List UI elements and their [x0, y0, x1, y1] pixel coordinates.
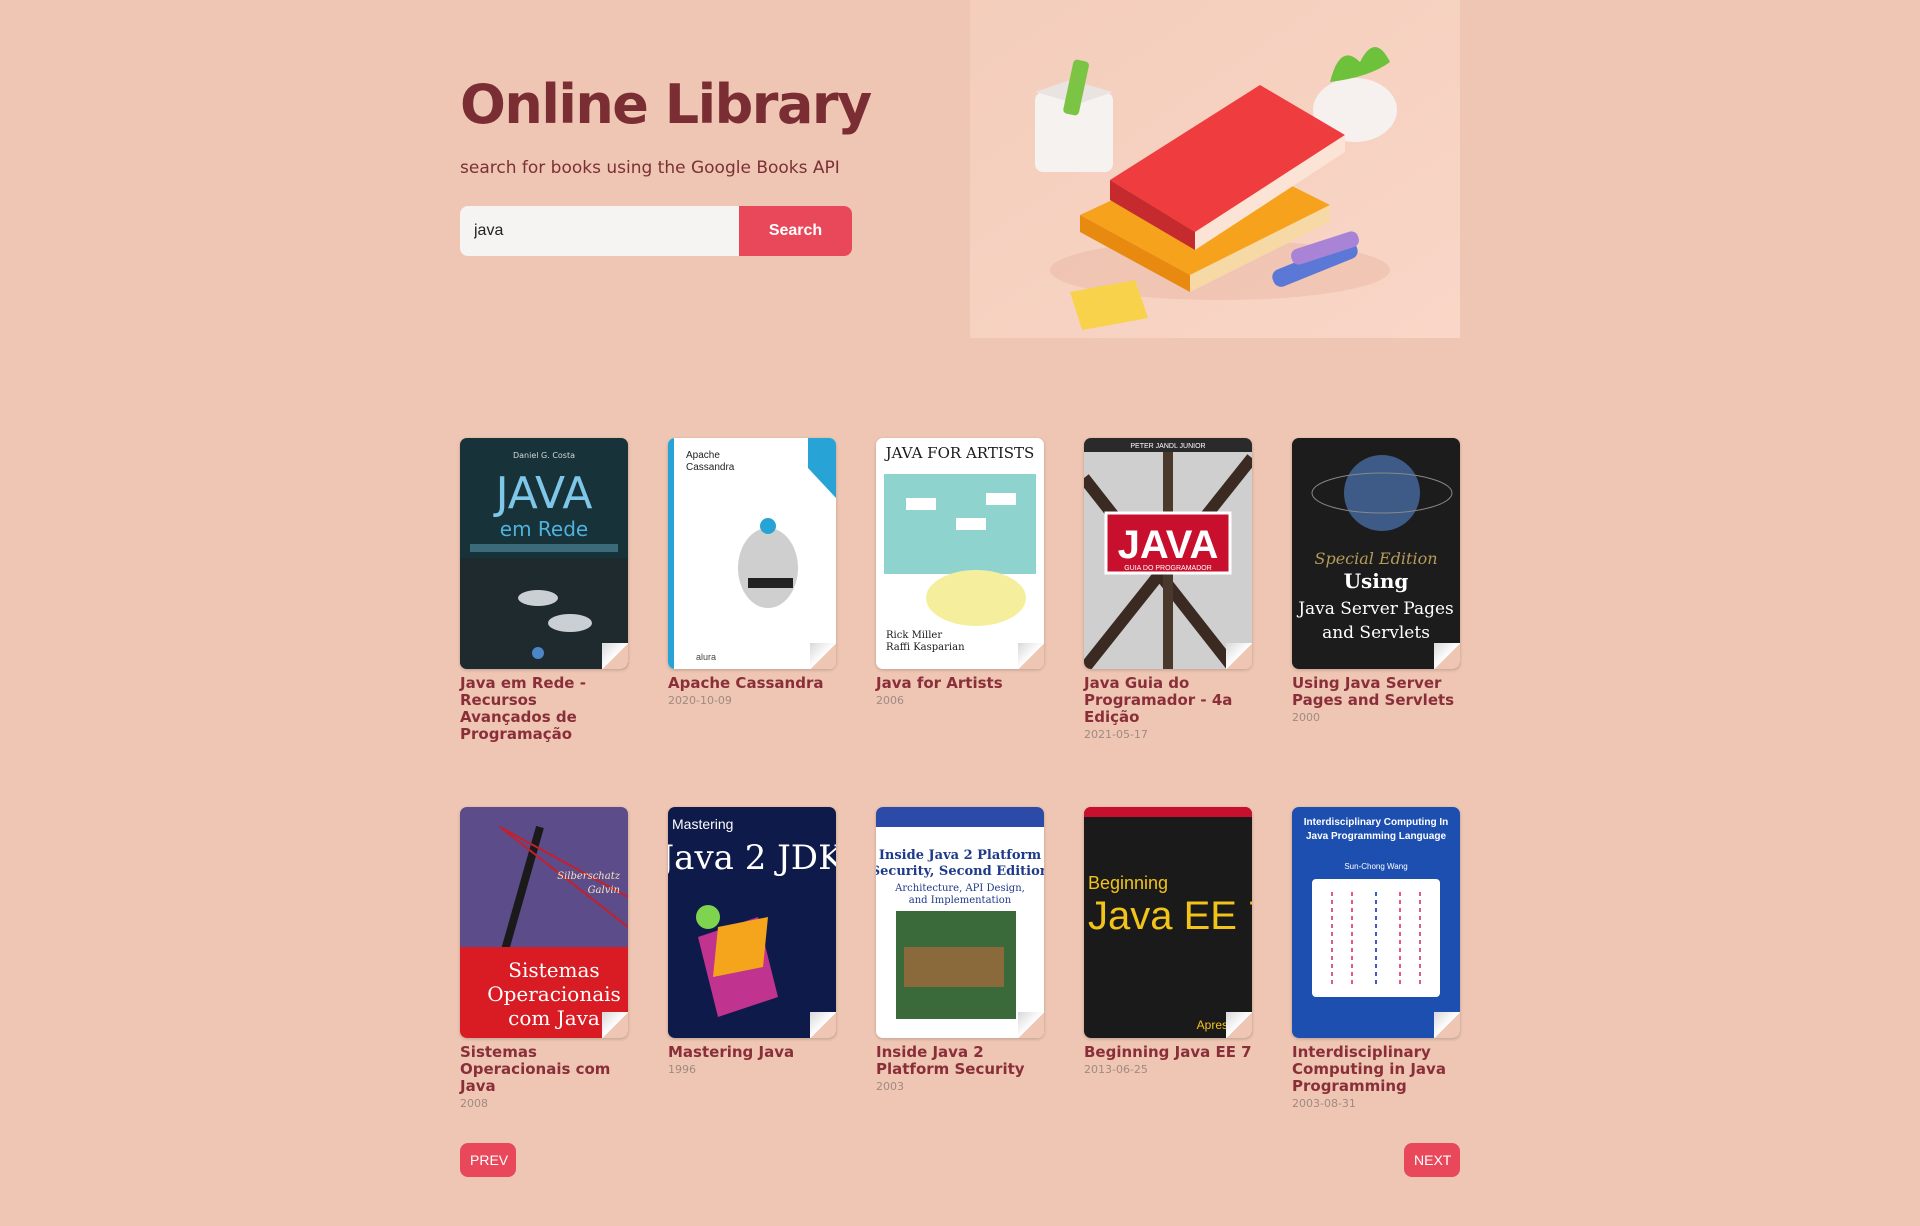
book-date: 2003	[876, 1080, 904, 1093]
book-title[interactable]: Sistemas Operacionais com Java	[460, 1044, 628, 1095]
book-card[interactable]: Apache Cassandra alura Apache Cassandra …	[668, 438, 836, 745]
book-title[interactable]: Inside Java 2 Platform Security	[876, 1044, 1044, 1078]
page-curl	[810, 643, 836, 669]
cover-author: Silberschatz	[557, 871, 621, 882]
book-date: 2003-08-31	[1292, 1097, 1356, 1110]
cover-subtitle: Cassandra	[686, 462, 735, 473]
cover-title: Java Programming Language	[1306, 831, 1446, 842]
cover-subtitle: em Rede	[500, 517, 588, 541]
book-date: 2020-10-09	[668, 694, 732, 707]
book-cover-image[interactable]: Interdisciplinary Computing In Java Prog…	[1292, 807, 1460, 1038]
cover-title: JAVA	[493, 468, 593, 519]
cover-subtitle: Architecture, API Design,	[894, 883, 1025, 894]
cover-title: Sistemas	[508, 958, 599, 982]
book-card[interactable]: Inside Java 2 Platform Security, Second …	[876, 807, 1044, 1110]
book-card[interactable]: PETER JANDL JUNIOR JAVA GUIA DO PROGRAMA…	[1084, 438, 1252, 745]
book-title[interactable]: Apache Cassandra	[668, 675, 836, 692]
search-input[interactable]	[460, 206, 739, 256]
page-curl	[602, 643, 628, 669]
book-date: 2021-05-17	[1084, 728, 1148, 741]
book-cover-image[interactable]: Mastering Java 2 JDK	[668, 807, 836, 1038]
book-title[interactable]: Java for Artists	[876, 675, 1044, 692]
cover-title: Java EE 7	[1088, 894, 1252, 938]
book-date: 2006	[876, 694, 904, 707]
cover-title: Security, Second Edition	[876, 864, 1044, 879]
page-curl	[1226, 1012, 1252, 1038]
book-title[interactable]: Mastering Java	[668, 1044, 836, 1061]
page-curl	[1018, 1012, 1044, 1038]
page-curl	[602, 1012, 628, 1038]
cover-author: Sun-Chong Wang	[1344, 862, 1407, 871]
page-curl	[1434, 1012, 1460, 1038]
book-cover-image[interactable]: PETER JANDL JUNIOR JAVA GUIA DO PROGRAMA…	[1084, 438, 1252, 669]
cover-title: Java 2 JDK	[668, 838, 836, 878]
book-cover-image[interactable]: Special Edition Using Java Server Pages …	[1292, 438, 1460, 669]
book-card[interactable]: Interdisciplinary Computing In Java Prog…	[1292, 807, 1460, 1110]
cover-title: Apache	[686, 450, 720, 461]
cover-subtitle: GUIA DO PROGRAMADOR	[1124, 565, 1212, 572]
cover-subtitle: Java Server Pages	[1296, 599, 1454, 619]
book-cover-image[interactable]: Apache Cassandra alura	[668, 438, 836, 669]
cover-edition: Special Edition	[1314, 549, 1437, 568]
book-card[interactable]: Mastering Java 2 JDK Mastering Java 1996	[668, 807, 836, 1110]
book-title[interactable]: Java Guia do Programador - 4a Edição	[1084, 675, 1252, 726]
cover-author: Rick Miller	[886, 630, 942, 641]
cover-publisher: alura	[696, 652, 716, 662]
search-bar: Search	[460, 206, 852, 256]
cover-title: JAVA	[1118, 523, 1219, 567]
cover-subtitle: and Servlets	[1322, 623, 1430, 643]
book-title[interactable]: Beginning Java EE 7	[1084, 1044, 1252, 1061]
book-title[interactable]: Java em Rede - Recursos Avançados de Pro…	[460, 675, 628, 743]
cover-subtitle: Beginning	[1088, 873, 1168, 893]
book-cover-image[interactable]: JAVA FOR ARTISTS Rick Miller Raffi Kaspa…	[876, 438, 1044, 669]
page-curl	[1434, 643, 1460, 669]
page-curl	[1226, 643, 1252, 669]
cover-title: com Java	[508, 1006, 600, 1030]
cover-author: Galvin	[588, 885, 620, 896]
cover-author: Daniel G. Costa	[513, 451, 575, 460]
book-card[interactable]: Silberschatz Galvin Sistemas Operacionai…	[460, 807, 628, 1110]
hero-illustration	[970, 0, 1460, 338]
cover-author: PETER JANDL JUNIOR	[1130, 443, 1205, 450]
book-grid: Daniel G. Costa JAVA em Rede Java em Red…	[460, 438, 1460, 1110]
book-card[interactable]: Special Edition Using Java Server Pages …	[1292, 438, 1460, 745]
book-title[interactable]: Interdisciplinary Computing in Java Prog…	[1292, 1044, 1460, 1095]
book-cover-image[interactable]: Daniel G. Costa JAVA em Rede	[460, 438, 628, 669]
cover-title: Using	[1344, 569, 1409, 593]
cover-title: Interdisciplinary Computing In	[1304, 817, 1448, 828]
book-card[interactable]: Daniel G. Costa JAVA em Rede Java em Red…	[460, 438, 628, 745]
book-cover-image[interactable]: Beginning Java EE 7 Apress	[1084, 807, 1252, 1038]
page-curl	[810, 1012, 836, 1038]
cover-title: JAVA FOR ARTISTS	[884, 444, 1035, 462]
cover-author: Raffi Kasparian	[886, 642, 965, 653]
cover-title: Inside Java 2 Platform	[879, 848, 1042, 863]
page-title: Online Library	[460, 73, 872, 136]
book-date: 1996	[668, 1063, 696, 1076]
hero-text: Online Library search for books using th…	[460, 73, 960, 179]
book-card[interactable]: JAVA FOR ARTISTS Rick Miller Raffi Kaspa…	[876, 438, 1044, 745]
page-subtitle: search for books using the Google Books …	[460, 158, 840, 178]
book-date: 2008	[460, 1097, 488, 1110]
search-button[interactable]: Search	[739, 206, 852, 256]
book-card[interactable]: Beginning Java EE 7 Apress Beginning Jav…	[1084, 807, 1252, 1110]
cover-subtitle: and Implementation	[909, 895, 1012, 906]
cover-subtitle: Mastering	[672, 816, 733, 832]
prev-page-button[interactable]: PREV	[460, 1143, 516, 1177]
book-title[interactable]: Using Java Server Pages and Servlets	[1292, 675, 1460, 709]
book-date: 2000	[1292, 711, 1320, 724]
book-cover-image[interactable]: Silberschatz Galvin Sistemas Operacionai…	[460, 807, 628, 1038]
next-page-button[interactable]: NEXT	[1404, 1143, 1460, 1177]
page-curl	[1018, 643, 1044, 669]
book-date: 2013-06-25	[1084, 1063, 1148, 1076]
book-cover-image[interactable]: Inside Java 2 Platform Security, Second …	[876, 807, 1044, 1038]
cover-title: Operacionais	[487, 982, 621, 1006]
